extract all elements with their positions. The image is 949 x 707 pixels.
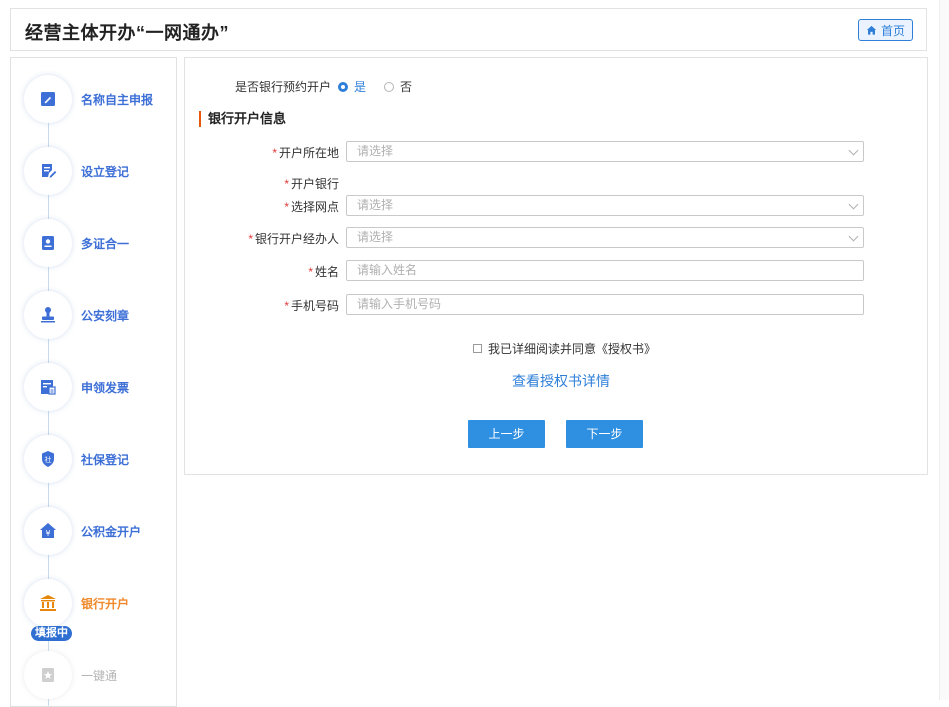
phone-placeholder: 请输入手机号码	[357, 297, 442, 311]
name-placeholder: 请输入姓名	[357, 263, 418, 277]
location-placeholder: 请选择	[357, 144, 394, 158]
step-label: 多证合一	[81, 237, 130, 251]
prebook-question: 是否银行预约开户	[235, 80, 332, 94]
prebook-yes-radio[interactable]: 是	[338, 78, 366, 95]
required-mark: *	[308, 265, 313, 279]
name-declare-icon	[24, 75, 72, 123]
step-multi-cert[interactable]: 多证合一	[11, 219, 176, 269]
svg-text:社: 社	[45, 455, 52, 464]
home-button-label: 首页	[880, 23, 905, 38]
name-input[interactable]: 请输入姓名	[346, 260, 864, 281]
step-police-stamp[interactable]: 公安刻章	[11, 291, 176, 341]
bank-account-form: 是否银行预约开户 是 否 银行开户信息 * 开户所在地 请选择 * 开户银行 * 选择…	[184, 57, 928, 475]
next-step-button[interactable]: 下一步	[566, 420, 643, 448]
agent-label: * 银行开户经办人	[248, 232, 339, 246]
step-label: 一键通	[81, 669, 118, 683]
branch-placeholder: 请选择	[357, 198, 394, 212]
status-badge: 填报中	[31, 626, 72, 641]
edit-form-icon	[24, 147, 72, 195]
chevron-down-icon	[848, 145, 859, 156]
step-label: 公安刻章	[81, 309, 130, 323]
step-label: 设立登记	[81, 165, 130, 179]
required-mark: *	[284, 200, 289, 214]
step-social-security[interactable]: 社 社保登记	[11, 435, 176, 485]
svg-text:¥: ¥	[45, 529, 50, 538]
radio-checked-icon	[338, 81, 349, 92]
step-label: 社保登记	[81, 453, 130, 467]
required-mark: *	[284, 177, 289, 191]
step-label: 名称自主申报	[81, 93, 154, 107]
step-one-click[interactable]: 一键通	[11, 651, 176, 701]
step-housing-fund[interactable]: ¥ 公积金开户	[11, 507, 176, 557]
agree-checkbox[interactable]: 我已详细阅读并同意《授权书》	[473, 340, 656, 357]
section-title: 银行开户信息	[199, 111, 286, 127]
step-label: 申领发票	[81, 381, 130, 395]
step-bank-account[interactable]: 银行开户	[11, 579, 176, 629]
required-mark: *	[284, 299, 289, 313]
one-click-icon	[24, 651, 72, 699]
social-security-icon: 社	[24, 435, 72, 483]
process-sidebar: 名称自主申报 设立登记 多证合一 公安刻章 申领发票 社 社保登记 ¥ 公积金开…	[10, 57, 177, 707]
bank-label: * 开户银行	[284, 177, 339, 191]
branch-select[interactable]: 请选择	[346, 195, 864, 216]
home-button[interactable]: 首页	[857, 19, 913, 41]
previous-step-button[interactable]: 上一步	[468, 420, 545, 448]
location-select[interactable]: 请选择	[346, 141, 864, 162]
step-invoice[interactable]: 申领发票	[11, 363, 176, 413]
step-label: 银行开户	[81, 597, 130, 611]
agent-select[interactable]: 请选择	[346, 227, 864, 248]
checkbox-icon	[473, 344, 482, 353]
step-label: 公积金开户	[81, 525, 142, 539]
agent-placeholder: 请选择	[357, 230, 394, 244]
required-mark: *	[248, 232, 253, 246]
branch-label: * 选择网点	[284, 200, 339, 214]
agree-text: 我已详细阅读并同意《授权书》	[488, 342, 657, 356]
name-label: * 姓名	[308, 265, 339, 279]
invoice-icon	[24, 363, 72, 411]
phone-label: * 手机号码	[284, 299, 339, 313]
prebook-no-radio[interactable]: 否	[384, 78, 412, 95]
chevron-down-icon	[848, 199, 859, 210]
bank-icon	[24, 579, 72, 627]
stamp-icon	[24, 291, 72, 339]
chevron-down-icon	[848, 231, 859, 242]
step-setup-registration[interactable]: 设立登记	[11, 147, 176, 197]
location-label: * 开户所在地	[272, 146, 339, 160]
prebook-question-row: 是否银行预约开户 是 否	[235, 78, 430, 95]
certificate-icon	[24, 219, 72, 267]
page-title: 经营主体开办“一网通办”	[25, 23, 229, 43]
radio-label: 否	[400, 80, 413, 94]
required-mark: *	[272, 146, 277, 160]
radio-unchecked-icon	[384, 81, 395, 92]
housing-fund-icon: ¥	[24, 507, 72, 555]
home-icon	[866, 25, 877, 35]
page-scrollbar[interactable]	[939, 0, 949, 700]
step-name-declare[interactable]: 名称自主申报	[11, 75, 176, 125]
view-authorization-link[interactable]: 查看授权书详情	[512, 371, 610, 391]
radio-label: 是	[354, 80, 367, 94]
phone-input[interactable]: 请输入手机号码	[346, 294, 864, 315]
page-header: 经营主体开办“一网通办” 首页	[10, 8, 927, 51]
